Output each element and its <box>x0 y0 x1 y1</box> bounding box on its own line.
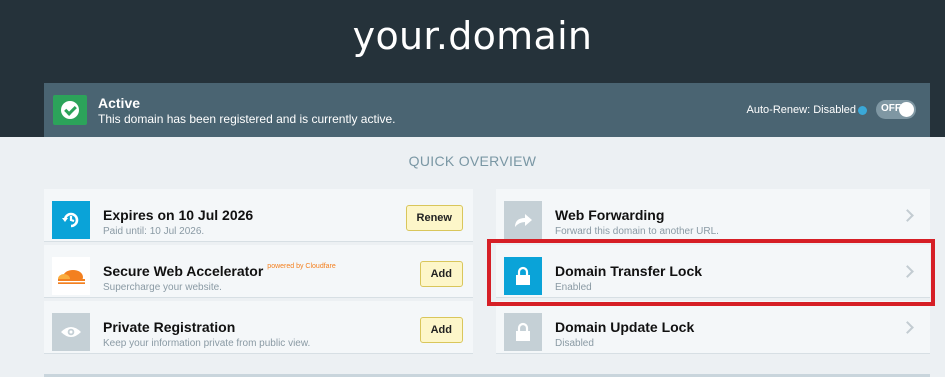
chevron-right-icon <box>901 321 914 334</box>
status-description: This domain has been registered and is c… <box>98 112 396 126</box>
accelerator-title: Secure Web Accelerator powered by Cloudfa… <box>103 263 336 279</box>
active-check-icon <box>53 95 87 125</box>
accelerator-subtitle: Supercharge your website. <box>103 282 222 293</box>
autorenew-toggle[interactable]: OFF <box>876 100 916 119</box>
powered-by-badge: powered by Cloudfare <box>267 263 336 270</box>
highlight-box <box>487 239 935 306</box>
web-forwarding-subtitle: Forward this domain to another URL. <box>555 226 719 237</box>
toggle-knob <box>899 102 914 117</box>
toggle-label: OFF <box>881 103 901 114</box>
update-lock-card[interactable]: Domain Update Lock Disabled <box>496 301 930 354</box>
section-title: QUICK OVERVIEW <box>408 153 537 169</box>
forward-arrow-icon <box>504 201 542 239</box>
add-privacy-button[interactable]: Add <box>419 317 463 343</box>
web-forwarding-title: Web Forwarding <box>555 207 665 223</box>
web-forwarding-card[interactable]: Web Forwarding Forward this domain to an… <box>496 189 930 242</box>
autorenew-label: Auto-Renew: Disabled <box>746 104 856 116</box>
expiry-clock-icon <box>52 201 90 239</box>
eye-icon <box>52 313 90 351</box>
lock-icon <box>504 313 542 351</box>
privacy-card: Private Registration Keep your informati… <box>44 301 473 354</box>
update-lock-title: Domain Update Lock <box>555 319 695 335</box>
accelerator-card: Secure Web Accelerator powered by Cloudfa… <box>44 245 473 298</box>
privacy-title: Private Registration <box>103 319 236 335</box>
info-icon[interactable] <box>858 106 867 115</box>
expiry-card: Expires on 10 Jul 2026 Paid until: 10 Ju… <box>44 189 473 242</box>
expiry-subtitle: Paid until: 10 Jul 2026. <box>103 226 205 237</box>
domain-title: your.domain <box>352 14 593 58</box>
update-lock-status: Disabled <box>555 338 594 349</box>
add-accelerator-button[interactable]: Add <box>419 261 463 287</box>
cloudflare-logo-icon <box>52 257 90 295</box>
expiry-title: Expires on 10 Jul 2026 <box>103 207 254 223</box>
status-title: Active <box>98 95 141 111</box>
privacy-subtitle: Keep your information private from publi… <box>103 338 311 349</box>
chevron-right-icon <box>901 209 914 222</box>
renew-button[interactable]: Renew <box>405 205 463 231</box>
accelerator-title-text: Secure Web Accelerator <box>103 263 264 279</box>
status-bar: Active This domain has been registered a… <box>44 83 930 137</box>
